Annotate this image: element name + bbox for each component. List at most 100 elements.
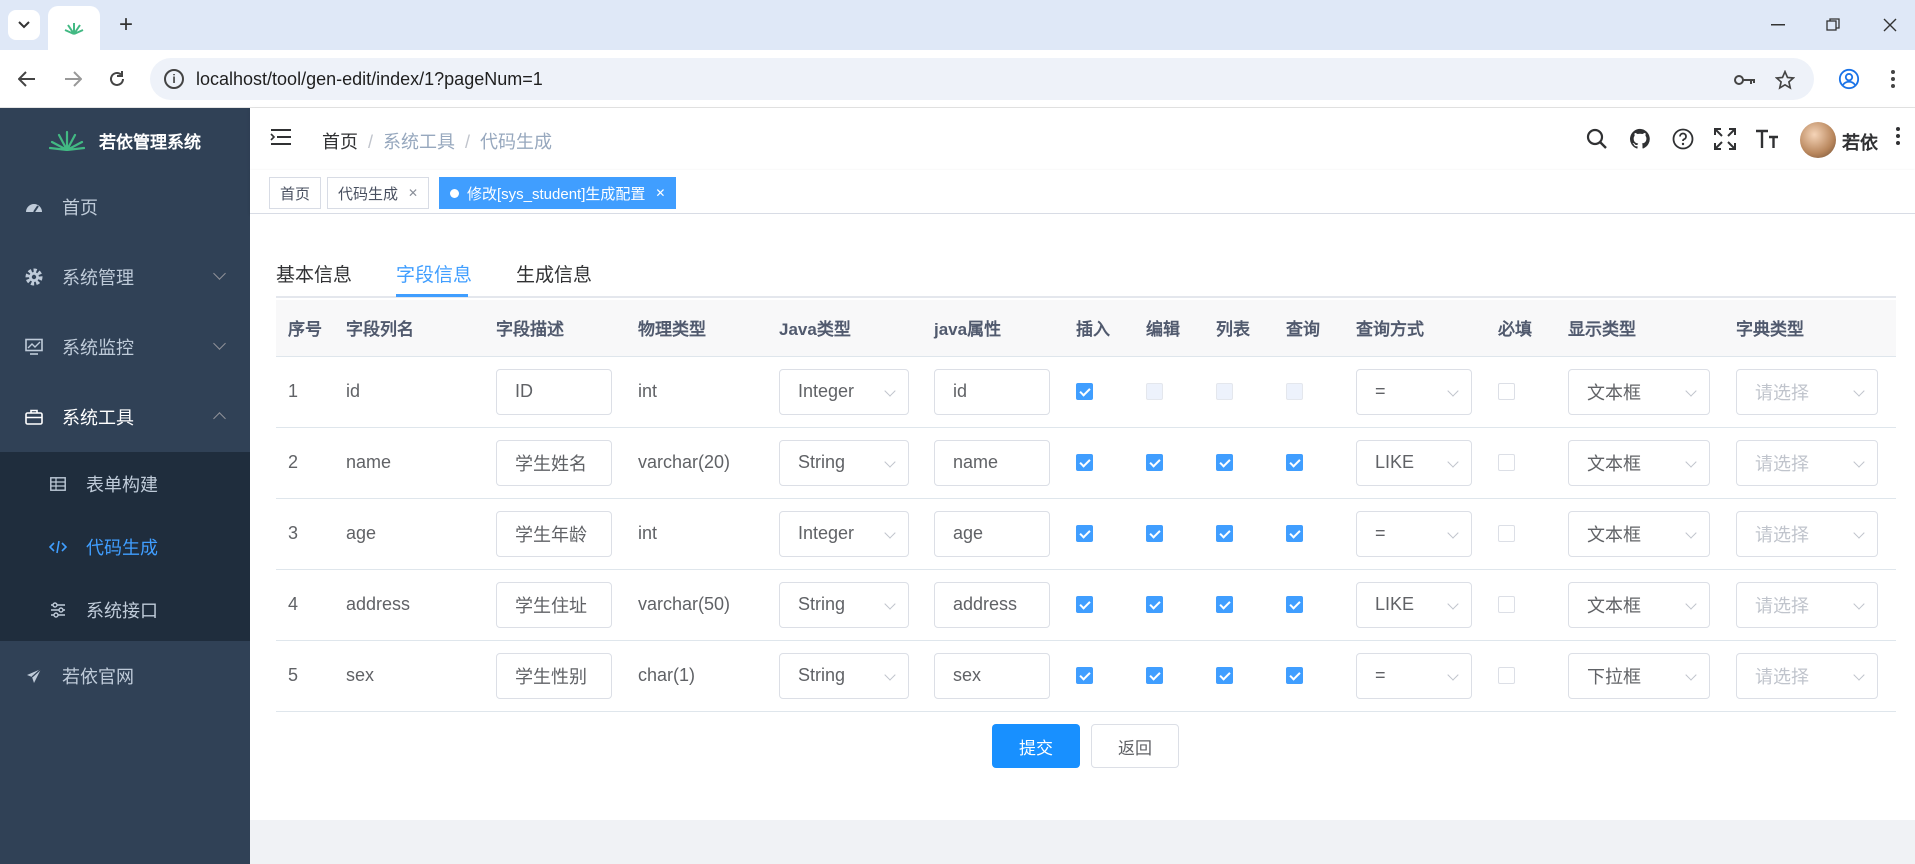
sidebar-item-system-api[interactable]: 系统接口 bbox=[0, 578, 250, 641]
java-type-select[interactable]: String bbox=[779, 439, 909, 486]
required-checkbox[interactable] bbox=[1498, 525, 1515, 542]
query-type-select[interactable]: = bbox=[1356, 652, 1472, 699]
query-checkbox[interactable] bbox=[1286, 454, 1303, 471]
dict-type-select[interactable]: 请选择 bbox=[1736, 581, 1878, 628]
fullscreen-icon[interactable] bbox=[1712, 126, 1738, 152]
edit-checkbox[interactable] bbox=[1146, 454, 1163, 471]
edit-checkbox[interactable] bbox=[1146, 596, 1163, 613]
browser-menu-button[interactable] bbox=[1878, 64, 1908, 94]
list-checkbox[interactable] bbox=[1216, 525, 1233, 542]
forward-button[interactable] bbox=[58, 64, 88, 94]
key-icon[interactable] bbox=[1732, 67, 1758, 93]
query-checkbox[interactable] bbox=[1286, 667, 1303, 684]
java-type-select[interactable]: String bbox=[779, 652, 909, 699]
query-type-select[interactable]: = bbox=[1356, 368, 1472, 415]
github-icon[interactable] bbox=[1627, 126, 1653, 152]
avatar[interactable] bbox=[1800, 122, 1836, 158]
java-type-select[interactable]: String bbox=[779, 581, 909, 628]
tab-column-info[interactable]: 字段信息 bbox=[396, 260, 472, 287]
tab-gen-info[interactable]: 生成信息 bbox=[516, 260, 592, 287]
sidebar-item-form-builder[interactable]: 表单构建 bbox=[0, 452, 250, 515]
font-size-icon[interactable] bbox=[1754, 126, 1780, 152]
html-type-select[interactable]: 文本框 bbox=[1568, 439, 1710, 486]
browser-tab[interactable] bbox=[48, 6, 100, 50]
insert-checkbox[interactable] bbox=[1076, 525, 1093, 542]
query-type-select[interactable]: LIKE bbox=[1356, 439, 1472, 486]
java-field-input[interactable]: sex bbox=[934, 652, 1050, 699]
tab-list-dropdown-button[interactable] bbox=[8, 10, 40, 40]
query-type-select[interactable]: LIKE bbox=[1356, 581, 1472, 628]
url-field[interactable]: i localhost/tool/gen-edit/index/1?pageNu… bbox=[150, 58, 1814, 100]
column-desc-input[interactable]: 学生住址 bbox=[496, 581, 612, 628]
submit-button[interactable]: 提交 bbox=[992, 724, 1080, 768]
query-checkbox[interactable] bbox=[1286, 596, 1303, 613]
required-checkbox[interactable] bbox=[1498, 383, 1515, 400]
hamburger-icon[interactable] bbox=[270, 128, 292, 150]
column-desc-input[interactable]: ID bbox=[496, 368, 612, 415]
minimize-button[interactable] bbox=[1758, 10, 1798, 40]
new-tab-button[interactable]: + bbox=[112, 10, 140, 40]
edit-checkbox[interactable] bbox=[1146, 383, 1163, 400]
sidebar-item-ruoyi-site[interactable]: 若依官网 bbox=[0, 641, 250, 711]
sidebar-item-system-monitor[interactable]: 系统监控 bbox=[0, 312, 250, 382]
sidebar-item-home[interactable]: 首页 bbox=[0, 172, 250, 242]
close-icon[interactable]: ✕ bbox=[655, 186, 665, 200]
html-type-select[interactable]: 下拉框 bbox=[1568, 652, 1710, 699]
restore-button[interactable] bbox=[1813, 10, 1853, 40]
back-button[interactable] bbox=[12, 64, 42, 94]
close-icon[interactable]: ✕ bbox=[408, 186, 418, 200]
dict-type-select[interactable]: 请选择 bbox=[1736, 510, 1878, 557]
help-icon[interactable] bbox=[1670, 126, 1696, 152]
select-value: Integer bbox=[798, 523, 855, 543]
java-field-input[interactable]: address bbox=[934, 581, 1050, 628]
sidebar-item-code-gen[interactable]: 代码生成 bbox=[0, 515, 250, 578]
list-checkbox[interactable] bbox=[1216, 383, 1233, 400]
info-icon[interactable]: i bbox=[164, 69, 184, 89]
column-desc-input[interactable]: 学生年龄 bbox=[496, 510, 612, 557]
column-desc-input[interactable]: 学生性别 bbox=[496, 652, 612, 699]
sidebar-item-system-admin[interactable]: 系统管理 bbox=[0, 242, 250, 312]
query-type-select[interactable]: = bbox=[1356, 510, 1472, 557]
edit-checkbox[interactable] bbox=[1146, 667, 1163, 684]
java-field-input[interactable]: id bbox=[934, 368, 1050, 415]
java-type-select[interactable]: Integer bbox=[779, 510, 909, 557]
column-desc-input[interactable]: 学生姓名 bbox=[496, 439, 612, 486]
insert-checkbox[interactable] bbox=[1076, 667, 1093, 684]
html-type-select[interactable]: 文本框 bbox=[1568, 581, 1710, 628]
star-icon[interactable] bbox=[1772, 67, 1798, 93]
required-checkbox[interactable] bbox=[1498, 596, 1515, 613]
insert-checkbox[interactable] bbox=[1076, 383, 1093, 400]
sidebar-logo[interactable]: 若依管理系统 bbox=[0, 108, 250, 172]
dict-type-select[interactable]: 请选择 bbox=[1736, 439, 1878, 486]
list-checkbox[interactable] bbox=[1216, 596, 1233, 613]
reload-button[interactable] bbox=[102, 64, 132, 94]
tag-home[interactable]: 首页 bbox=[269, 177, 322, 209]
tab-basic-info[interactable]: 基本信息 bbox=[276, 260, 352, 287]
tag-code-gen[interactable]: 代码生成 ✕ bbox=[327, 177, 430, 209]
java-field-input[interactable]: age bbox=[934, 510, 1050, 557]
search-icon[interactable] bbox=[1584, 126, 1610, 152]
query-checkbox[interactable] bbox=[1286, 383, 1303, 400]
sidebar-item-system-tools[interactable]: 系统工具 bbox=[0, 382, 250, 452]
kebab-menu-icon[interactable] bbox=[1896, 126, 1900, 146]
java-type-select[interactable]: Integer bbox=[779, 368, 909, 415]
dict-type-select[interactable]: 请选择 bbox=[1736, 368, 1878, 415]
tag-edit-config[interactable]: 修改[sys_student]生成配置 ✕ bbox=[439, 177, 677, 209]
query-checkbox[interactable] bbox=[1286, 525, 1303, 542]
profile-button[interactable] bbox=[1834, 64, 1864, 94]
required-checkbox[interactable] bbox=[1498, 454, 1515, 471]
required-checkbox[interactable] bbox=[1498, 667, 1515, 684]
edit-checkbox[interactable] bbox=[1146, 525, 1163, 542]
close-window-button[interactable] bbox=[1870, 10, 1910, 40]
java-field-input[interactable]: name bbox=[934, 439, 1050, 486]
insert-checkbox[interactable] bbox=[1076, 454, 1093, 471]
list-checkbox[interactable] bbox=[1216, 454, 1233, 471]
back-button[interactable]: 返回 bbox=[1091, 724, 1179, 768]
insert-checkbox[interactable] bbox=[1076, 596, 1093, 613]
dict-type-select[interactable]: 请选择 bbox=[1736, 652, 1878, 699]
html-type-select[interactable]: 文本框 bbox=[1568, 368, 1710, 415]
html-type-select[interactable]: 文本框 bbox=[1568, 510, 1710, 557]
breadcrumb-home[interactable]: 首页 bbox=[322, 132, 358, 152]
user-name[interactable]: 若依 bbox=[1842, 129, 1878, 155]
list-checkbox[interactable] bbox=[1216, 667, 1233, 684]
